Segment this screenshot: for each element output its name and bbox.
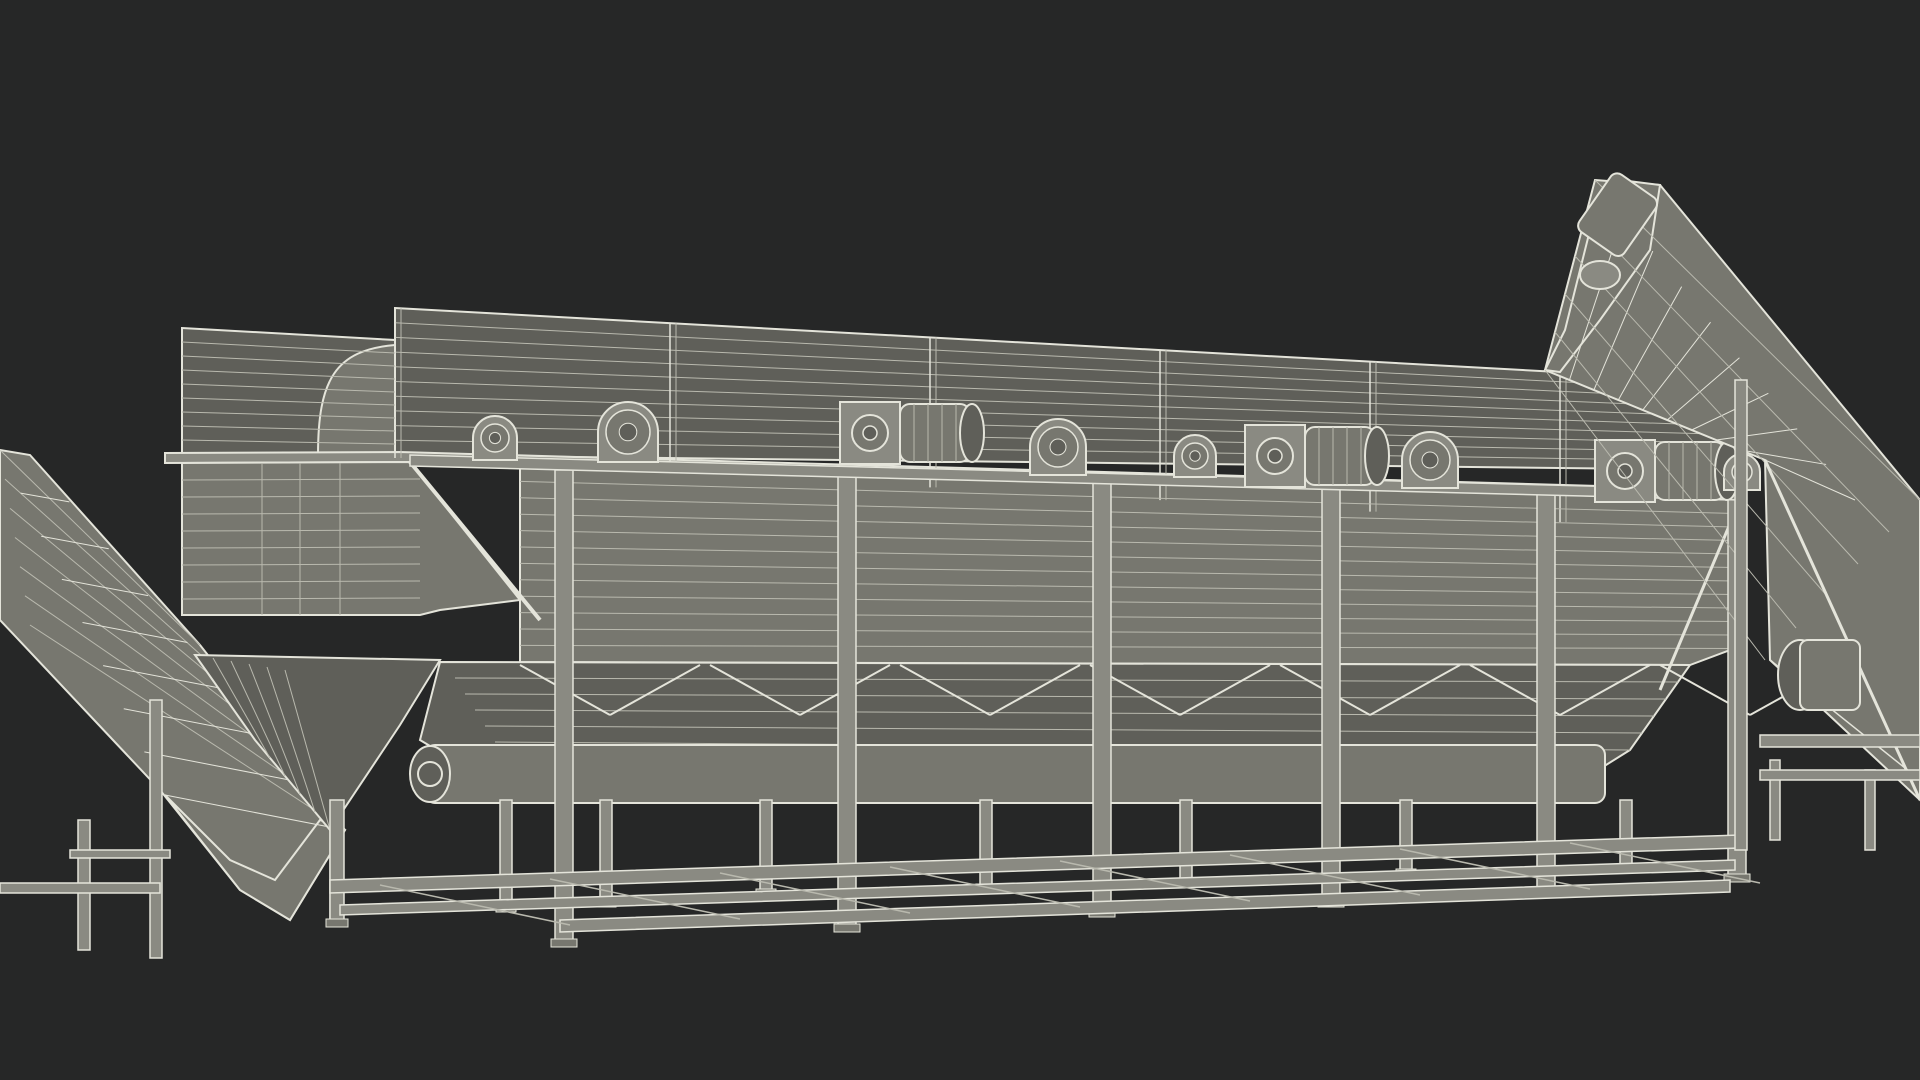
bearing-block — [1029, 418, 1087, 476]
right-conveyor-motor — [1777, 639, 1861, 711]
bearing-block — [472, 415, 518, 461]
bearing-block — [1401, 431, 1459, 489]
post-foot — [325, 918, 349, 928]
post-foot — [833, 923, 861, 933]
drive-motor-assembly — [1594, 439, 1740, 503]
bearing-center — [1049, 438, 1067, 456]
motor-fan-cover — [959, 403, 985, 463]
frame-beam — [1759, 769, 1920, 781]
tank-left-end-wall — [181, 460, 522, 616]
bearing-center — [1421, 451, 1439, 469]
frame-post — [1179, 799, 1193, 886]
motor-fan-cover — [1364, 426, 1390, 486]
frame-post — [837, 474, 857, 931]
frame-post — [1399, 799, 1413, 876]
bearing-block — [1173, 434, 1217, 478]
post-foot — [550, 938, 578, 948]
bearing-center — [618, 422, 638, 442]
head-gearbox — [1579, 260, 1621, 290]
lower-discharge-screw — [409, 744, 1606, 804]
frame-post — [1092, 479, 1112, 916]
frame-leg — [1734, 379, 1748, 851]
frame-leg — [1864, 769, 1876, 851]
frame-leg — [149, 699, 163, 959]
drive-motor-assembly — [839, 401, 985, 465]
wireframe-machine-render — [0, 0, 1920, 1080]
frame-post — [979, 799, 993, 891]
cylinder-body — [424, 744, 1606, 804]
frame-post — [499, 799, 513, 911]
frame-beam — [0, 882, 161, 894]
frame-post — [759, 799, 773, 896]
cylinder-body — [1799, 639, 1861, 711]
bearing-center — [488, 431, 502, 445]
shaft — [1267, 448, 1283, 464]
frame-post — [1536, 492, 1556, 896]
bearing-block — [597, 401, 659, 463]
cylinder-end — [417, 761, 443, 787]
frame-beam — [69, 849, 171, 859]
frame-post — [1619, 799, 1633, 871]
bearing-center — [1189, 450, 1201, 462]
frame-beam — [1759, 734, 1920, 748]
render-canvas — [0, 172, 1920, 959]
drive-motor-assembly — [1244, 424, 1390, 488]
frame-post — [1321, 486, 1341, 906]
shaft — [862, 425, 878, 441]
